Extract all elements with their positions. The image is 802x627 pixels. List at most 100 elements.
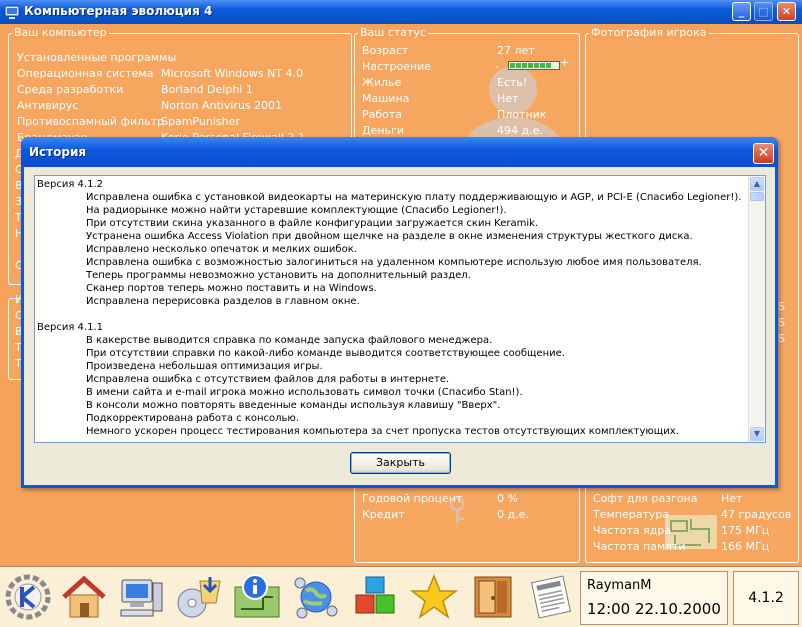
status-value: 27 лет xyxy=(497,44,535,57)
bank-value: 0 д.е. xyxy=(497,508,529,521)
history-line: При отсутствии скина указанного в файле … xyxy=(86,218,539,229)
mood-segment xyxy=(546,63,551,68)
overclock-value: 166 МГц xyxy=(721,540,770,553)
hidden-row-label: S xyxy=(778,316,785,329)
kde-icon[interactable] xyxy=(4,573,52,621)
photo-panel-title: Фотография игрока xyxy=(589,26,709,39)
home-icon[interactable] xyxy=(60,573,108,621)
status-label: Настроение xyxy=(362,60,432,73)
overclock-label: Частота памяти xyxy=(593,540,686,553)
mood-segment xyxy=(528,63,533,68)
maximize-button[interactable]: □ xyxy=(754,2,773,21)
mood-segment xyxy=(516,63,521,68)
hidden-row-label: S xyxy=(778,300,785,313)
overclock-label: Частота ядра xyxy=(593,524,672,537)
version-badge: 4.1.2 xyxy=(733,571,799,625)
app-title: Компьютерная эволюция 4 xyxy=(24,4,213,18)
history-dialog-title: История xyxy=(29,145,87,159)
history-line: Сканер портов теперь можно поставить и н… xyxy=(86,283,377,294)
history-line: Исправлена ошибка с отсутствием файлов д… xyxy=(86,374,450,385)
overclock-value: Нет xyxy=(721,492,743,505)
history-line: На радиорынке можно найти устаревшие ком… xyxy=(86,205,507,216)
history-textarea[interactable]: Версия 4.1.2 Исправлена ошибка с установ… xyxy=(34,175,766,443)
dialog-close-icon[interactable]: ✕ xyxy=(753,143,774,164)
mood-segment xyxy=(534,63,539,68)
version-heading: Версия 4.1.1 xyxy=(37,322,103,333)
mood-segment xyxy=(540,63,545,68)
bank-label: Кредит xyxy=(362,508,405,521)
version-heading: Версия 4.1.2 xyxy=(37,179,103,190)
program-value: Norton Antivirus 2001 xyxy=(161,99,283,112)
network-icon[interactable] xyxy=(292,573,340,621)
status-value: Нет xyxy=(497,92,519,105)
door-icon[interactable] xyxy=(469,573,517,621)
username: RaymanM xyxy=(587,578,652,593)
program-label: Операционная система xyxy=(17,67,154,80)
history-line: Подкорректирована работа с консолью. xyxy=(86,413,300,424)
status-label: Деньги xyxy=(362,124,404,137)
bank-label: Годовой процент xyxy=(362,492,463,505)
scroll-thumb[interactable] xyxy=(750,192,764,201)
game-datetime: 12:00 22.10.2000 xyxy=(587,600,721,618)
mood-bar xyxy=(508,61,560,70)
status-label: Машина xyxy=(362,92,410,105)
history-dialog-body: Версия 4.1.2 Исправлена ошибка с установ… xyxy=(24,167,775,485)
overclock-label: Софт для разгона xyxy=(593,492,698,505)
history-line: Теперь программы невозможно установить н… xyxy=(86,270,471,281)
scroll-down-icon[interactable]: ▼ xyxy=(750,427,764,441)
overclock-value: 47 градусов xyxy=(721,508,792,521)
status-value: Есть! xyxy=(497,76,528,89)
history-line: Исправлена ошибка с возможностью залогин… xyxy=(86,257,702,268)
app-titlebar: Компьютерная эволюция 4 _ □ ✕ xyxy=(0,0,802,24)
mood-segment xyxy=(522,63,527,68)
close-window-button[interactable]: ✕ xyxy=(777,2,796,21)
history-line: Устранена ошибка Access Violation при дв… xyxy=(86,231,693,242)
history-line: Исправлена перерисовка разделов в главно… xyxy=(86,296,360,307)
history-line: Исправлена ошибка с установкой видеокарт… xyxy=(86,192,742,203)
status-value: - xyxy=(495,60,499,73)
dock-bar: RaymanM 12:00 22.10.2000 4.1.2 xyxy=(0,566,802,627)
status-value: Плотник xyxy=(497,108,547,121)
history-line: В какерстве выводится справка по команде… xyxy=(86,335,493,346)
history-line: Произведена небольшая оптимизация игры. xyxy=(86,361,323,372)
history-line: Исправлено несколько опечаток и мелких о… xyxy=(86,244,357,255)
app-icon xyxy=(4,5,20,19)
info-icon[interactable] xyxy=(233,573,281,621)
status-panel-title: Ваш статус xyxy=(358,26,429,39)
mood-plus: + xyxy=(560,56,570,69)
history-scrollbar[interactable]: ▲ ▼ xyxy=(748,176,765,442)
program-value: SpamPunisher xyxy=(161,115,240,128)
program-value: Microsoft Windows NT 4.0 xyxy=(161,67,304,80)
cubes-icon[interactable] xyxy=(352,573,400,621)
history-line: В консоли можно повторять введенные кома… xyxy=(86,400,501,411)
overclock-label: Температура xyxy=(593,508,670,521)
history-dialog-titlebar: История ✕ xyxy=(21,137,778,167)
program-label: Противоспамный фильтр xyxy=(17,115,165,128)
scroll-up-icon[interactable]: ▲ xyxy=(750,177,764,191)
status-value: 494 д.е. xyxy=(497,124,543,137)
user-info-box: RaymanM 12:00 22.10.2000 xyxy=(580,571,728,625)
program-label: Антивирус xyxy=(17,99,79,112)
overclock-value: 175 МГц xyxy=(721,524,770,537)
newspaper-icon[interactable] xyxy=(527,573,575,621)
program-label: Среда разработки xyxy=(17,83,124,96)
mood-meter: + xyxy=(500,56,569,70)
minimize-button[interactable]: _ xyxy=(732,2,751,21)
computer-panel-title: Ваш компьютер xyxy=(12,26,109,39)
history-line: Немного ускорен процесс тестирования ком… xyxy=(86,426,679,437)
status-label: Возраст xyxy=(362,44,409,57)
history-line: В имени сайта и e-mail игрока можно испо… xyxy=(86,387,523,398)
mood-segment xyxy=(510,63,515,68)
history-dialog: История ✕ Версия 4.1.2 Исправлена ошибка… xyxy=(21,137,778,488)
hidden-row-label: S xyxy=(778,332,785,345)
close-button[interactable]: Закрыть xyxy=(350,452,451,474)
status-label: Работа xyxy=(362,108,403,121)
history-line: При отсутствии справки по какой-либо ком… xyxy=(86,348,565,359)
star-icon[interactable] xyxy=(410,573,458,621)
installed-programs-title: Установленные программы xyxy=(17,51,177,64)
program-value: Borland Delphi 1 xyxy=(161,83,253,96)
bank-value: 0 % xyxy=(497,492,518,505)
status-label: Жилье xyxy=(362,76,402,89)
computer-icon[interactable] xyxy=(117,573,165,621)
install-icon[interactable] xyxy=(176,573,224,621)
